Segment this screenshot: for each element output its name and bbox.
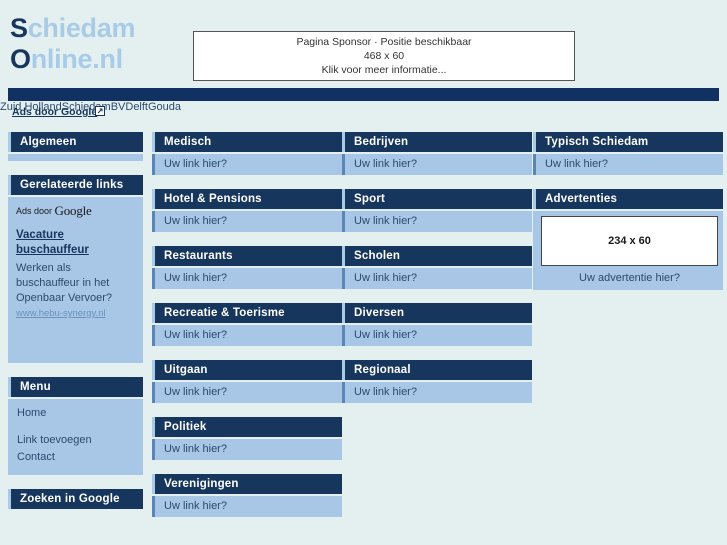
ads-by-google-label[interactable]: Ads door Google [12,106,97,118]
category-block: Diversen Uw link hier? [342,303,532,346]
category-link-row[interactable]: Uw link hier? [342,325,532,346]
category-link-row[interactable]: Uw link hier? [152,154,342,175]
advertenties-heading: Advertenties [533,189,723,209]
category-link-row[interactable]: Uw link hier? [342,211,532,232]
advertenties-area: 234 x 60 Uw advertentie hier? [533,211,723,290]
logo-line-1: Schiedam [10,13,135,44]
category-block: Scholen Uw link hier? [342,246,532,289]
logo-cap-o: O [10,44,31,74]
category-link-row[interactable]: Uw link hier? [152,325,342,346]
site-logo[interactable]: Schiedam Online.nl [10,13,135,75]
category-block: Restaurants Uw link hier? [152,246,342,289]
category-block: Bedrijven Uw link hier? [342,132,532,175]
ads-keyword-link[interactable]: BV [111,101,126,113]
category-link-row[interactable]: Uw link hier? [152,382,342,403]
sidebar-block-menu: Menu Home Link toevoegen Contact [8,377,143,475]
sidebar-heading-zoeken-in-google: Zoeken in Google [8,489,143,509]
sidebar-ad-body-line-3: Openbaar Vervoer? [16,292,113,304]
ads-by-text: Ads door [16,206,55,216]
sponsor-line-1: Pagina Sponsor · Positie beschikbaar [296,36,472,48]
sponsor-line-2: 468 x 60 [363,50,405,62]
category-column-2: Bedrijven Uw link hier? Sport Uw link hier?… [342,132,532,417]
google-wordmark: Google [54,203,92,218]
sidebar-heading-menu: Menu [8,377,143,397]
sidebar-block-zoeken: Zoeken in Google [8,489,143,509]
category-heading: Verenigingen [152,474,342,494]
category-block: Uitgaan Uw link hier? [152,360,342,403]
category-link-row[interactable]: Uw link hier? [342,382,532,403]
advert-caption[interactable]: Uw advertentie hier? [541,266,718,284]
category-block: Verenigingen Uw link hier? [152,474,342,517]
sidebar-ad-title[interactable]: Vacature buschauffeur [16,228,135,258]
category-heading: Recreatie & Toerisme [152,303,342,323]
category-block: Recreatie & Toerisme Uw link hier? [152,303,342,346]
category-link-row[interactable]: Uw link hier? [152,268,342,289]
category-link-row[interactable]: Uw link hier? [152,439,342,460]
sidebar-block-gerelateerde-links: Gerelateerde links Ads door Google Vacat… [8,175,143,363]
logo-cap-s: S [10,13,28,43]
sidebar-algemeen-empty-strip [8,154,143,161]
logo-rest-online: nline.nl [30,44,123,74]
category-heading: Uitgaan [152,360,342,380]
sidebar-menu-item[interactable]: Link toevoegen [17,432,143,449]
sidebar-menu-item[interactable]: Home [17,405,143,422]
category-heading: Typisch Schiedam [533,132,723,152]
logo-line-2: Online.nl [10,44,135,75]
category-link-row[interactable]: Uw link hier? [533,154,723,175]
sidebar-ad-body-line-2: buschauffeur in het [16,277,110,289]
category-block: Medisch Uw link hier? [152,132,342,175]
sidebar-ad-url[interactable]: www.hebu-synergy.nl [16,308,135,319]
navigation-bar [8,88,719,101]
category-link-row[interactable]: Uw link hier? [342,268,532,289]
sidebar-ad-body-line-1: Werken als [16,262,71,274]
logo-rest-schiedam: chiedam [27,13,136,43]
category-column-1: Medisch Uw link hier? Hotel & Pensions Uw l… [152,132,342,531]
sidebar-menu-item[interactable]: Contact [17,449,143,466]
category-heading: Politiek [152,417,342,437]
ads-keyword-link[interactable]: Delft [125,101,148,113]
category-block: Sport Uw link hier? [342,189,532,232]
external-link-icon[interactable] [95,106,105,116]
sidebar-ad-unit: Ads door Google Vacature buschauffeur We… [8,197,143,363]
sidebar-heading-gerelateerde-links: Gerelateerde links [8,175,143,195]
category-link-row[interactable]: Uw link hier? [152,211,342,232]
sponsor-line-3: Klik voor meer informatie... [321,64,447,76]
google-ads-strip: Ads door Google Zuid HollandSchiedamBVDe… [0,101,727,123]
category-block-typisch-schiedam: Typisch Schiedam Uw link hier? [533,132,723,175]
category-block: Hotel & Pensions Uw link hier? [152,189,342,232]
page-header: Schiedam Online.nl Pagina Sponsor · Posi… [0,0,727,88]
category-link-row[interactable]: Uw link hier? [342,154,532,175]
category-block-advertenties: Advertenties 234 x 60 Uw advertentie hie… [533,189,723,290]
category-heading: Restaurants [152,246,342,266]
sponsor-banner[interactable]: Pagina Sponsor · Positie beschikbaar 468… [193,31,575,81]
category-block: Politiek Uw link hier? [152,417,342,460]
category-heading: Scholen [342,246,532,266]
category-heading: Medisch [152,132,342,152]
category-link-row[interactable]: Uw link hier? [152,496,342,517]
sidebar: Algemeen Gerelateerde links Ads door Goo… [8,132,143,523]
sidebar-block-algemeen: Algemeen [8,132,143,161]
category-heading: Sport [342,189,532,209]
sidebar-menu-list: Home Link toevoegen Contact [8,399,143,475]
category-column-3: Typisch Schiedam Uw link hier? Advertent… [533,132,723,304]
sidebar-menu-spacer [17,422,143,432]
category-block: Regionaal Uw link hier? [342,360,532,403]
sidebar-ad-body: Werken als buschauffeur in het Openbaar … [16,261,135,306]
category-heading: Regionaal [342,360,532,380]
sidebar-ad-title-line-1: Vacature [16,229,64,241]
category-heading: Hotel & Pensions [152,189,342,209]
ads-by-google-label-sidebar: Ads door Google [16,203,135,219]
category-heading: Bedrijven [342,132,532,152]
sidebar-ad-title-line-2: buschauffeur [16,244,89,256]
sidebar-heading-algemeen: Algemeen [8,132,143,152]
advert-banner-placeholder[interactable]: 234 x 60 [541,216,718,266]
category-heading: Diversen [342,303,532,323]
ads-keyword-link[interactable]: Gouda [148,101,181,113]
